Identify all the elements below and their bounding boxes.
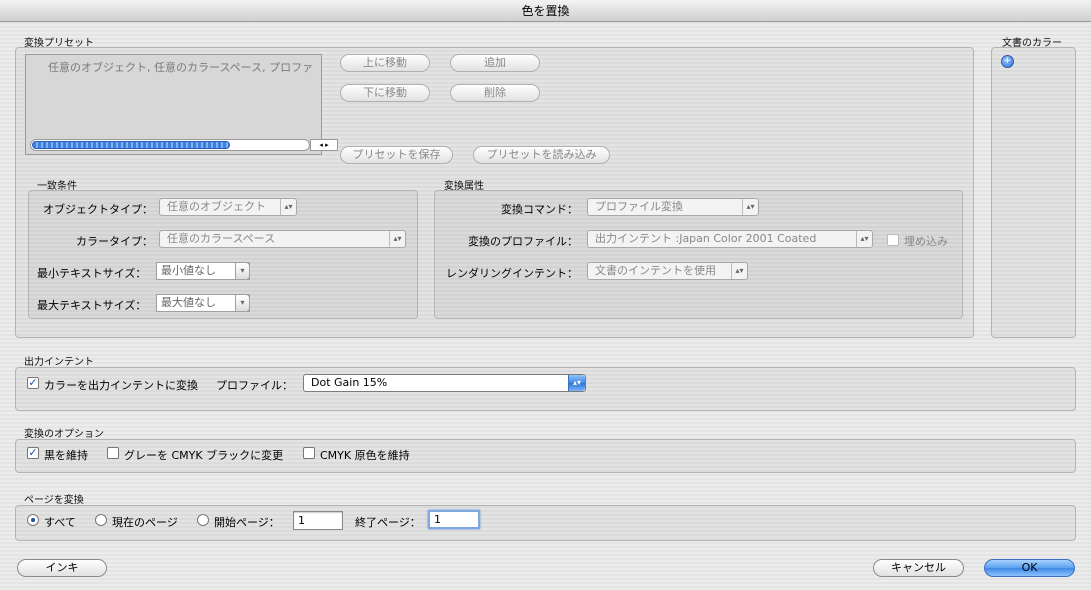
keep-black-label: 黒を維持 xyxy=(44,449,88,462)
min-text-size-value: 最小値なし xyxy=(161,264,216,277)
color-type-label: カラータイプ： xyxy=(76,235,153,248)
end-page-input[interactable]: 1 xyxy=(428,510,480,529)
updown-arrows-icon: ▴▾ xyxy=(742,199,758,215)
updown-arrows-icon: ▴▾ xyxy=(280,199,296,215)
embed-label: 埋め込み xyxy=(904,235,948,248)
doc-colors-panel xyxy=(991,47,1076,338)
all-pages-label: すべて xyxy=(44,516,76,529)
gray-to-cmyk-label: グレーを CMYK ブラックに変更 xyxy=(124,449,284,462)
min-text-size-label: 最小テキストサイズ： xyxy=(37,267,147,280)
preset-list-item[interactable]: 任意のオブジェクト, 任意のカラースペース, プロファ xyxy=(48,59,313,75)
updown-arrows-icon: ▴▾ xyxy=(731,263,747,279)
convert-command-select[interactable]: プロファイル変換 ▴▾ xyxy=(587,198,759,216)
chevron-down-icon[interactable]: ▾ xyxy=(235,262,250,280)
convert-to-output-intent-checkbox[interactable]: ✓ xyxy=(27,377,39,389)
convert-profile-label: 変換のプロファイル： xyxy=(468,235,578,248)
current-page-radio[interactable] xyxy=(95,514,107,526)
preset-list-scroll-thumb[interactable] xyxy=(32,141,230,149)
save-preset-button[interactable]: プリセットを保存 xyxy=(340,146,453,164)
output-intent-section-label: 出力インテント xyxy=(24,357,94,368)
convert-command-label: 変換コマンド： xyxy=(501,203,578,216)
options-section-label: 変換のオプション xyxy=(24,429,104,440)
convert-profile-select[interactable]: 出力インテント :Japan Color 2001 Coated ▴▾ xyxy=(587,230,873,248)
updown-arrows-icon: ▴▾ xyxy=(389,231,405,247)
updown-arrows-icon: ▴▾ xyxy=(856,231,872,247)
move-up-button[interactable]: 上に移動 xyxy=(340,54,430,72)
output-profile-label: プロファイル： xyxy=(216,379,293,392)
convert-profile-value: 出力インテント :Japan Color 2001 Coated xyxy=(595,232,817,245)
convert-to-output-intent-label: カラーを出力インテントに変換 xyxy=(44,379,198,392)
cancel-button[interactable]: キャンセル xyxy=(873,559,964,577)
embed-checkbox[interactable] xyxy=(887,234,899,246)
pages-section-label: ページを変換 xyxy=(24,495,84,506)
end-page-label: 終了ページ： xyxy=(355,516,421,529)
color-swatch-icon[interactable]: + xyxy=(1001,55,1014,68)
load-preset-button[interactable]: プリセットを読み込み xyxy=(473,146,610,164)
rendering-intent-select[interactable]: 文書のインテントを使用 ▴▾ xyxy=(587,262,748,280)
output-profile-select[interactable]: Dot Gain 15% ▴▾ xyxy=(303,374,586,392)
rendering-intent-value: 文書のインテントを使用 xyxy=(595,264,716,277)
color-type-select[interactable]: 任意のカラースペース ▴▾ xyxy=(159,230,406,248)
ok-button[interactable]: OK xyxy=(984,559,1075,577)
all-pages-radio[interactable] xyxy=(27,514,39,526)
ink-button[interactable]: インキ xyxy=(17,559,107,577)
keep-cmyk-primaries-checkbox[interactable] xyxy=(303,447,315,459)
delete-button[interactable]: 削除 xyxy=(450,84,540,102)
max-text-size-label: 最大テキストサイズ： xyxy=(37,299,147,312)
rendering-intent-label: レンダリングインテント： xyxy=(446,267,578,280)
convert-command-value: プロファイル変換 xyxy=(595,200,683,213)
chevron-down-icon[interactable]: ▾ xyxy=(235,294,250,312)
move-down-button[interactable]: 下に移動 xyxy=(340,84,430,102)
keep-black-checkbox[interactable]: ✓ xyxy=(27,447,39,459)
object-type-label: オブジェクトタイプ： xyxy=(43,203,153,216)
preset-list[interactable]: 任意のオブジェクト, 任意のカラースペース, プロファ ◂ ▸ xyxy=(25,54,338,155)
output-profile-value: Dot Gain 15% xyxy=(311,376,388,389)
preset-list-hscrollbar[interactable] xyxy=(30,139,310,151)
scroll-arrows-icon[interactable]: ◂ ▸ xyxy=(310,139,338,151)
max-text-size-value: 最大値なし xyxy=(161,296,216,309)
min-text-size-combo[interactable]: 最小値なし ▾ xyxy=(156,262,250,280)
add-button[interactable]: 追加 xyxy=(450,54,540,72)
updown-arrows-icon: ▴▾ xyxy=(568,375,585,391)
window-title: 色を置換 xyxy=(0,0,1091,22)
object-type-select[interactable]: 任意のオブジェクト ▴▾ xyxy=(159,198,297,216)
page-range-radio[interactable] xyxy=(197,514,209,526)
color-type-value: 任意のカラースペース xyxy=(167,232,276,245)
current-page-label: 現在のページ xyxy=(112,516,178,529)
start-page-input[interactable]: 1 xyxy=(293,511,343,530)
gray-to-cmyk-checkbox[interactable] xyxy=(107,447,119,459)
keep-cmyk-primaries-label: CMYK 原色を維持 xyxy=(320,449,410,462)
start-page-label: 開始ページ： xyxy=(214,516,280,529)
max-text-size-combo[interactable]: 最大値なし ▾ xyxy=(156,294,250,312)
object-type-value: 任意のオブジェクト xyxy=(167,200,266,213)
